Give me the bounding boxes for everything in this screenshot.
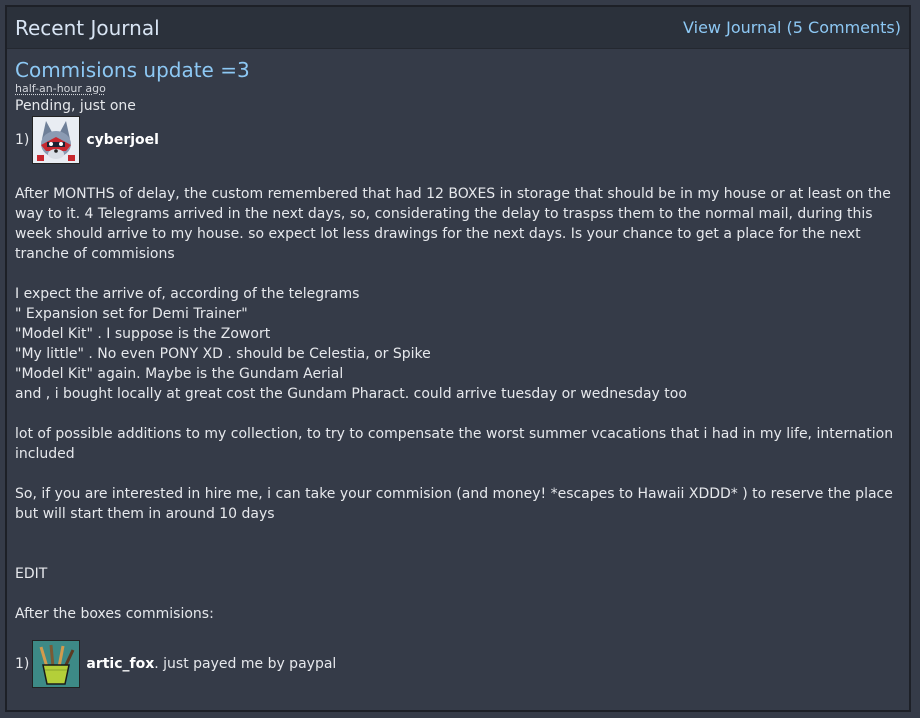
journal-line: " Expansion set for Demi Trainer" xyxy=(15,306,248,322)
panel-title: Recent Journal xyxy=(15,15,160,40)
wolf-avatar-icon xyxy=(33,117,80,163)
journal-line: "Model Kit" again. Maybe is the Gundam A… xyxy=(15,366,344,382)
user-note: . just payed me by paypal xyxy=(154,656,337,672)
after-user-row: 1) artic_fox . just payed me by paypal xyxy=(15,640,901,688)
pending-label: Pending, just one xyxy=(15,98,136,114)
journal-paragraph: After MONTHS of delay, the custom rememb… xyxy=(15,186,896,262)
avatar[interactable] xyxy=(32,116,81,164)
journal-body: Commisions update =3 half-an-hour ago Pe… xyxy=(7,49,909,688)
list-number: 1) xyxy=(15,132,30,148)
panel-header: Recent Journal View Journal (5 Comments) xyxy=(7,7,909,49)
journal-line: "Model Kit" . I suppose is the Zowort xyxy=(15,326,271,342)
journal-title[interactable]: Commisions update =3 xyxy=(15,56,901,84)
journal-paragraph: So, if you are interested in hire me, i … xyxy=(15,486,898,522)
journal-line: and , i bought locally at great cost the… xyxy=(15,386,687,402)
journal-panel: Recent Journal View Journal (5 Comments)… xyxy=(5,5,911,712)
list-number: 1) xyxy=(15,656,30,672)
username-link[interactable]: cyberjoel xyxy=(86,130,159,150)
journal-line: "My little" . No even PONY XD . should b… xyxy=(15,346,431,362)
journal-line: I expect the arrive of, according of the… xyxy=(15,286,360,302)
edit-label: EDIT xyxy=(15,566,48,582)
after-label: After the boxes commisions: xyxy=(15,606,214,622)
avatar[interactable] xyxy=(32,640,81,688)
username-link[interactable]: artic_fox xyxy=(86,654,154,674)
brush-cup-avatar-icon xyxy=(33,641,80,687)
view-journal-link[interactable]: View Journal (5 Comments) xyxy=(683,18,901,37)
pending-user-row: 1) cyberjoel xyxy=(15,116,901,164)
journal-paragraph: lot of possible additions to my collecti… xyxy=(15,426,898,462)
journal-timestamp: half-an-hour ago xyxy=(15,82,106,95)
